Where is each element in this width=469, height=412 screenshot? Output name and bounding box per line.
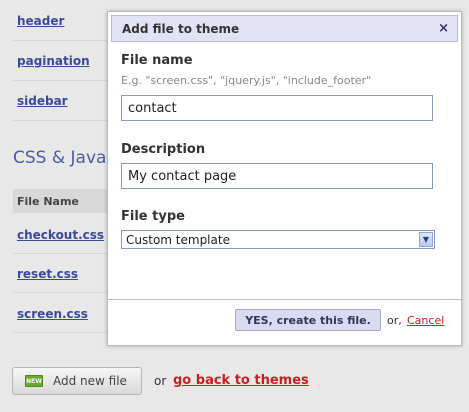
dialog-titlebar: Add file to theme × — [111, 15, 458, 42]
template-link-sidebar[interactable]: sidebar — [13, 94, 68, 108]
add-new-file-button[interactable]: NEW Add new file — [12, 367, 142, 395]
file-link-screen[interactable]: screen.css — [17, 307, 88, 321]
dialog-title: Add file to theme — [122, 21, 240, 36]
file-type-select[interactable]: Custom template ▼ — [121, 230, 435, 249]
add-new-file-label: Add new file — [53, 374, 127, 388]
cancel-link[interactable]: Cancel — [407, 314, 444, 327]
file-link-reset[interactable]: reset.css — [17, 267, 78, 281]
add-file-dialog: Add file to theme × File name E.g. "scre… — [107, 11, 462, 346]
new-icon: NEW — [25, 375, 43, 387]
file-type-selected: Custom template — [126, 232, 230, 247]
or-text: or — [154, 374, 167, 388]
dialog-divider — [108, 299, 461, 300]
file-name-input[interactable] — [121, 95, 433, 121]
file-name-label: File name — [121, 53, 193, 68]
file-link-checkout[interactable]: checkout.css — [17, 228, 104, 242]
create-file-button[interactable]: YES, create this file. — [235, 309, 381, 331]
chevron-down-icon[interactable]: ▼ — [419, 232, 433, 247]
close-icon[interactable]: × — [438, 21, 449, 36]
file-name-hint: E.g. "screen.css", "jquery.js", "include… — [121, 74, 372, 87]
back-to-themes-link[interactable]: go back to themes — [173, 373, 309, 388]
file-type-label: File type — [121, 209, 185, 224]
template-link-header[interactable]: header — [13, 14, 64, 28]
description-label: Description — [121, 142, 206, 157]
dialog-or-text: or, — [387, 314, 402, 327]
description-input[interactable] — [121, 163, 433, 189]
template-link-pagination[interactable]: pagination — [13, 54, 90, 68]
